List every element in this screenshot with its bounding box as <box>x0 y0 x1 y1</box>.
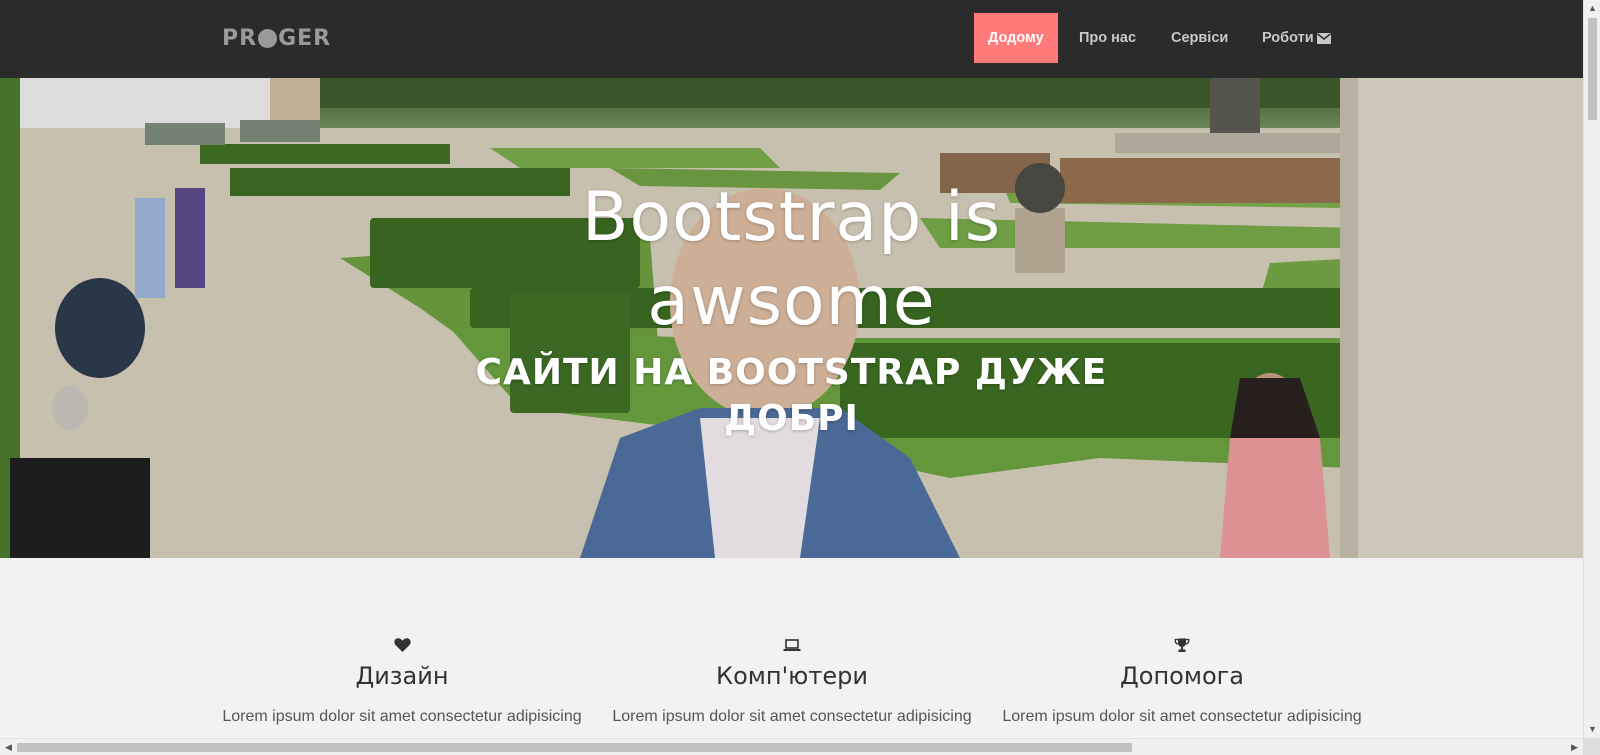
feature-title: Допомога <box>1120 662 1244 690</box>
nav-item-contact[interactable] <box>1309 13 1339 63</box>
nav-item-home[interactable]: Додому <box>974 13 1058 63</box>
feature-text: Lorem ipsum dolor sit amet consectetur a… <box>222 708 582 725</box>
scroll-up-icon[interactable]: ▲ <box>1584 0 1600 17</box>
logo-text-end: GER <box>278 26 332 51</box>
scrollbar-corner <box>1583 738 1600 755</box>
feature-text: Lorem ipsum dolor sit amet consectetur a… <box>612 708 972 725</box>
horizontal-scrollbar[interactable]: ◀ ▶ <box>0 738 1583 755</box>
feature-title: Дизайн <box>355 662 449 690</box>
nav-item-about[interactable]: Про нас <box>1065 13 1150 63</box>
laptop-icon <box>783 639 801 651</box>
scroll-left-icon[interactable]: ◀ <box>0 739 17 755</box>
scroll-right-icon[interactable]: ▶ <box>1566 739 1583 755</box>
hero-subtitle: САЙТИ НА BOOTSTRAP ДУЖЕ ДОБРІ <box>0 350 1583 442</box>
hero-title-line-1: Bootstrap is <box>581 178 1002 257</box>
feature-help: Допомога Lorem ipsum dolor sit amet cons… <box>992 636 1372 726</box>
hero-section: Bootstrap is awsome САЙТИ НА BOOTSTRAP Д… <box>0 78 1583 558</box>
horizontal-scroll-thumb[interactable] <box>17 743 1132 752</box>
envelope-icon <box>1317 32 1331 44</box>
nav-item-services[interactable]: Сервіси <box>1157 13 1242 63</box>
vertical-scroll-thumb[interactable] <box>1588 18 1597 120</box>
feature-design: Дизайн Lorem ipsum dolor sit amet consec… <box>212 636 592 726</box>
feature-computers: Комп'ютери Lorem ipsum dolor sit amet co… <box>602 636 982 726</box>
logo-dot <box>258 29 278 48</box>
logo-text-start: PR <box>222 26 258 51</box>
hero-title: Bootstrap is awsome <box>0 176 1583 344</box>
hero-subtitle-line-1: САЙТИ НА BOOTSTRAP ДУЖЕ <box>475 352 1108 393</box>
hero-title-line-2: awsome <box>647 262 936 341</box>
feature-title: Комп'ютери <box>716 662 868 690</box>
feature-text: Lorem ipsum dolor sit amet consectetur a… <box>1002 708 1362 725</box>
hero-subtitle-line-2: ДОБРІ <box>724 398 859 439</box>
navbar: PR GER Додому Про нас Сервіси Роботи <box>0 0 1583 78</box>
trophy-icon <box>1174 638 1190 652</box>
logo[interactable]: PR GER <box>222 26 331 51</box>
vertical-scrollbar[interactable]: ▲ ▼ <box>1583 0 1600 755</box>
heart-icon <box>393 638 411 652</box>
scroll-down-icon[interactable]: ▼ <box>1584 721 1600 738</box>
